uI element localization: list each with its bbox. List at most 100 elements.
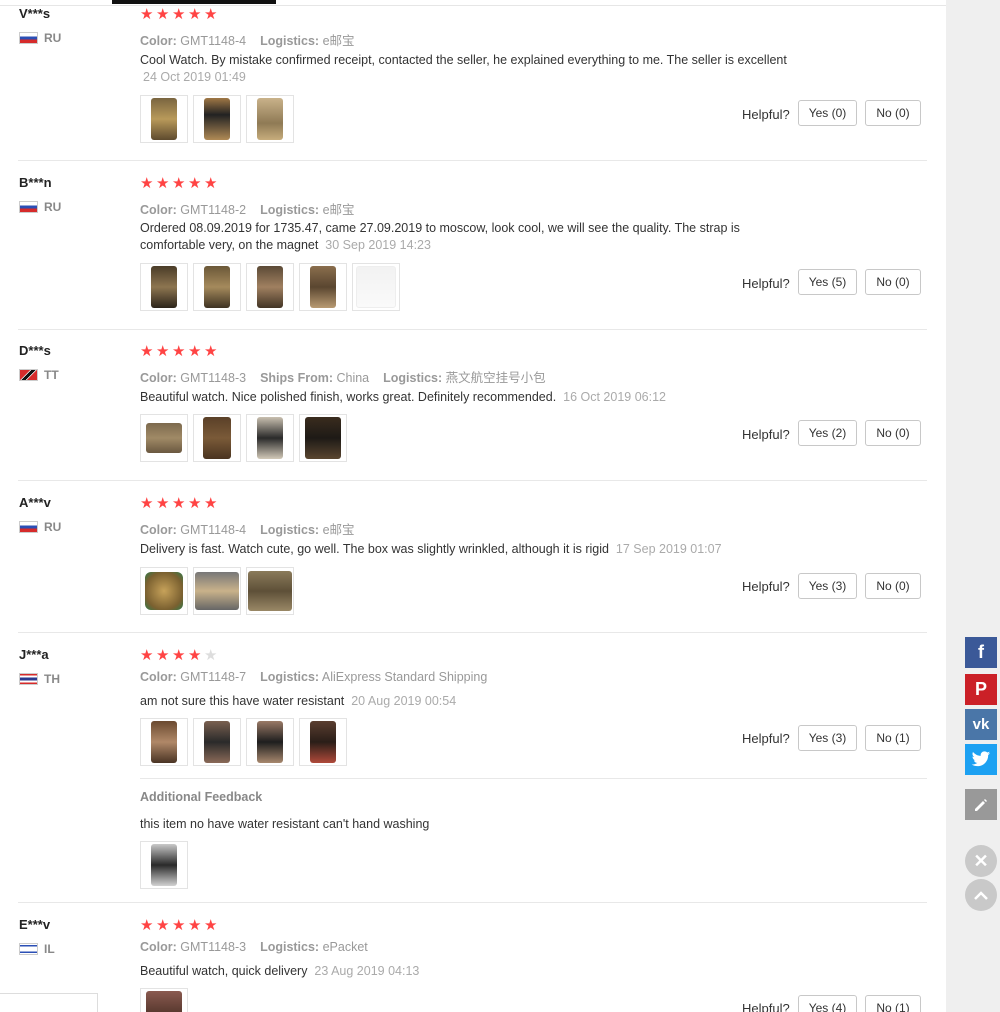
reviewer-name: B***n xyxy=(19,175,52,190)
color-label: Color: xyxy=(140,203,177,217)
helpful-yes-button[interactable]: Yes (3) xyxy=(798,573,857,599)
review-photo[interactable] xyxy=(299,718,347,766)
review-photo[interactable] xyxy=(246,414,294,462)
review-text: Beautiful watch. Nice polished finish, w… xyxy=(140,389,666,406)
helpful-label: Helpful? xyxy=(742,107,790,122)
color-label: Color: xyxy=(140,670,177,684)
review-photo[interactable] xyxy=(193,567,241,615)
reviewer-name: A***v xyxy=(19,495,51,510)
twitter-icon[interactable] xyxy=(965,744,997,775)
star-icon: ★ xyxy=(204,343,218,360)
star-icon: ★ xyxy=(172,917,186,934)
color-label: Color: xyxy=(140,371,177,385)
star-icon: ★ xyxy=(156,647,170,664)
reviewer-name: J***a xyxy=(19,647,49,662)
additional-feedback-title: Additional Feedback xyxy=(140,790,263,804)
logistics-value: 燕文航空挂号小包 xyxy=(445,371,546,385)
facebook-icon[interactable]: f xyxy=(965,637,997,668)
helpful-no-button[interactable]: No (0) xyxy=(865,269,921,295)
review-photo[interactable] xyxy=(246,567,294,615)
flag-tt-icon xyxy=(19,369,38,381)
logistics-label: Logistics: xyxy=(260,940,320,954)
review-photo[interactable] xyxy=(193,263,241,311)
color-value: GMT1148-3 xyxy=(180,371,247,385)
star-icon: ★ xyxy=(172,495,186,512)
helpful-label: Helpful? xyxy=(742,731,790,746)
back-to-top-icon[interactable] xyxy=(965,879,997,911)
helpful-no-button[interactable]: No (1) xyxy=(865,995,921,1012)
ships-from-label: Ships From: xyxy=(260,371,333,385)
country-code: IL xyxy=(44,942,55,956)
rating-stars: ★ ★ ★ ★ ★ xyxy=(140,6,219,23)
review-photo[interactable] xyxy=(140,414,188,462)
star-icon: ★ xyxy=(204,6,218,23)
review-photo[interactable] xyxy=(246,718,294,766)
review-date: 24 Oct 2019 01:49 xyxy=(143,70,246,84)
review-date: 30 Sep 2019 14:23 xyxy=(325,238,431,252)
star-icon: ★ xyxy=(188,175,202,192)
helpful-yes-button[interactable]: Yes (0) xyxy=(798,100,857,126)
country-code: RU xyxy=(44,200,62,214)
color-value: GMT1148-4 xyxy=(180,34,247,48)
review-photo[interactable] xyxy=(140,841,188,889)
helpful-yes-button[interactable]: Yes (4) xyxy=(798,995,857,1012)
helpful-no-button[interactable]: No (1) xyxy=(865,725,921,751)
country-code: TH xyxy=(44,672,60,686)
color-value: GMT1148-7 xyxy=(180,670,247,684)
star-icon: ★ xyxy=(156,343,170,360)
star-icon: ★ xyxy=(172,647,186,664)
review-body: Beautiful watch, quick delivery xyxy=(140,964,308,978)
order-info: Color: GMT1148-4 Logistics: e邮宝 xyxy=(140,519,355,538)
chevron-up-glyph xyxy=(974,891,988,900)
color-label: Color: xyxy=(140,940,177,954)
review-photo[interactable] xyxy=(246,95,294,143)
review-photo[interactable] xyxy=(140,718,188,766)
helpful-label: Helpful? xyxy=(742,427,790,442)
review-body: Delivery is fast. Watch cute, go well. T… xyxy=(140,542,609,556)
edit-icon[interactable] xyxy=(965,789,997,820)
review-photo[interactable] xyxy=(246,263,294,311)
review-photos xyxy=(140,414,347,462)
helpful-label: Helpful? xyxy=(742,579,790,594)
pinterest-icon[interactable]: P xyxy=(965,674,997,705)
review-photo[interactable] xyxy=(193,95,241,143)
star-icon: ★ xyxy=(156,495,170,512)
review-photo[interactable] xyxy=(140,988,188,1012)
reviewer-country: TH xyxy=(19,672,60,686)
star-icon: ★ xyxy=(188,495,202,512)
star-icon: ★ xyxy=(188,917,202,934)
helpful-yes-button[interactable]: Yes (3) xyxy=(798,725,857,751)
review-photo[interactable] xyxy=(140,567,188,615)
order-info: Color: GMT1148-3 Logistics: ePacket xyxy=(140,940,368,954)
active-tab-indicator xyxy=(112,0,276,4)
helpful-yes-button[interactable]: Yes (5) xyxy=(798,269,857,295)
review-photo[interactable] xyxy=(193,718,241,766)
additional-feedback-divider xyxy=(140,778,927,779)
star-icon: ★ xyxy=(172,6,186,23)
review-photo[interactable] xyxy=(299,414,347,462)
logistics-label: Logistics: xyxy=(260,670,320,684)
country-code: TT xyxy=(44,368,59,382)
close-icon[interactable]: ✕ xyxy=(965,845,997,877)
star-icon: ★ xyxy=(140,917,154,934)
star-icon: ★ xyxy=(140,6,154,23)
review-photo[interactable] xyxy=(299,263,347,311)
review-photo[interactable] xyxy=(352,263,400,311)
review-photo[interactable] xyxy=(140,263,188,311)
color-label: Color: xyxy=(140,34,177,48)
star-icon: ★ xyxy=(140,495,154,512)
star-icon: ★ xyxy=(140,343,154,360)
review-text: Beautiful watch, quick delivery 23 Aug 2… xyxy=(140,963,419,980)
vk-icon[interactable]: vk xyxy=(965,709,997,740)
review-body: Beautiful watch. Nice polished finish, w… xyxy=(140,390,557,404)
reviewer-country: RU xyxy=(19,31,61,45)
ships-from-value: China xyxy=(336,371,370,385)
helpful-no-button[interactable]: No (0) xyxy=(865,573,921,599)
helpful-no-button[interactable]: No (0) xyxy=(865,100,921,126)
review-photo[interactable] xyxy=(193,414,241,462)
logistics-value: ePacket xyxy=(322,940,368,954)
helpful-yes-button[interactable]: Yes (2) xyxy=(798,420,857,446)
review-photo[interactable] xyxy=(140,95,188,143)
helpful-no-button[interactable]: No (0) xyxy=(865,420,921,446)
reviewer-name: D***s xyxy=(19,343,51,358)
